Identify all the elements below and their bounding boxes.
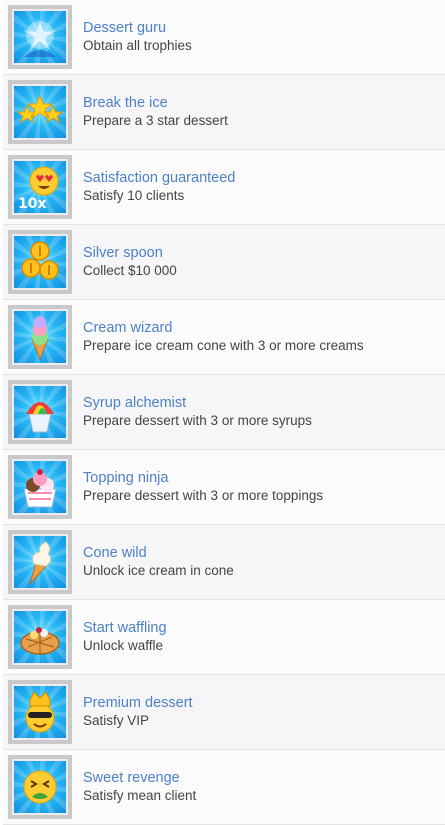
achievement-row[interactable]: 10x Satisfaction guaranteed Satisfy 10 c… [3,150,445,225]
achievement-title: Start waffling [83,620,167,636]
trophy-star-icon [23,19,57,57]
achievement-title: Cone wild [83,545,147,561]
achievement-description: Obtain all trophies [83,38,192,53]
vip-crown-emoji-icon [25,691,55,733]
gold-coins-icon [21,241,59,280]
achievement-description: Collect $10 000 [83,263,177,278]
heart-eyes-10x-icon: 10x [18,166,59,211]
achievement-thumbnail [8,605,72,669]
achievement-title: Silver spoon [83,245,163,261]
achievement-row[interactable]: Sweet revenge Satisfy mean client [3,750,445,825]
achievement-thumbnail [8,230,72,294]
achievements-list: Dessert guru Obtain all trophies Break t… [3,0,445,825]
achievement-row[interactable]: Premium dessert Satisfy VIP [3,675,445,750]
soft-serve-cone-icon [29,541,52,585]
achievement-title: Topping ninja [83,470,169,486]
achievement-thumbnail [8,755,72,819]
achievement-thumbnail [8,80,72,144]
achievement-thumbnail [8,380,72,444]
achievement-title: Dessert guru [83,20,167,36]
achievement-row[interactable]: Silver spoon Collect $10 000 [3,225,445,300]
achievement-thumbnail [8,680,72,744]
achievement-thumbnail [8,305,72,369]
achievement-title: Break the ice [83,95,168,111]
achievement-thumbnail [8,530,72,594]
achievement-row[interactable]: Dessert guru Obtain all trophies [3,0,445,75]
achievement-row[interactable]: Topping ninja Prepare dessert with 3 or … [3,450,445,525]
achievement-title: Satisfaction guaranteed [83,170,236,186]
achievement-row[interactable]: Break the ice Prepare a 3 star dessert [3,75,445,150]
achievement-description: Prepare dessert with 3 or more toppings [83,488,324,503]
snow-cone-icon [26,402,54,433]
achievement-row[interactable]: Start waffling Unlock waffle [3,600,445,675]
achievement-title: Sweet revenge [83,770,180,786]
achievement-description: Unlock ice cream in cone [83,563,234,578]
achievement-title: Premium dessert [83,695,193,711]
achievement-thumbnail: 10x [8,155,72,219]
achievement-description: Satisfy mean client [83,788,197,803]
achievement-description: Satisfy VIP [83,713,150,728]
achievement-description: Prepare ice cream cone with 3 or more cr… [83,338,364,353]
sick-emoji-icon [23,770,57,804]
ice-cream-cone-icon [31,316,49,361]
achievement-thumbnail [8,455,72,519]
ten-x-badge: 10x [18,196,47,211]
achievement-thumbnail [8,5,72,69]
achievement-row[interactable]: Cone wild Unlock ice cream in cone [3,525,445,600]
achievement-description: Unlock waffle [83,638,164,653]
achievement-description: Satisfy 10 clients [83,188,185,203]
achievement-row[interactable]: Syrup alchemist Prepare dessert with 3 o… [3,375,445,450]
three-stars-icon [16,94,64,124]
sundae-cup-icon [23,469,57,508]
achievement-title: Cream wizard [83,320,173,336]
achievement-row[interactable]: Cream wizard Prepare ice cream cone with… [3,300,445,375]
achievement-description: Prepare dessert with 3 or more syrups [83,413,312,428]
waffle-icon [20,627,60,655]
achievement-description: Prepare a 3 star dessert [83,113,228,128]
achievement-title: Syrup alchemist [83,395,187,411]
